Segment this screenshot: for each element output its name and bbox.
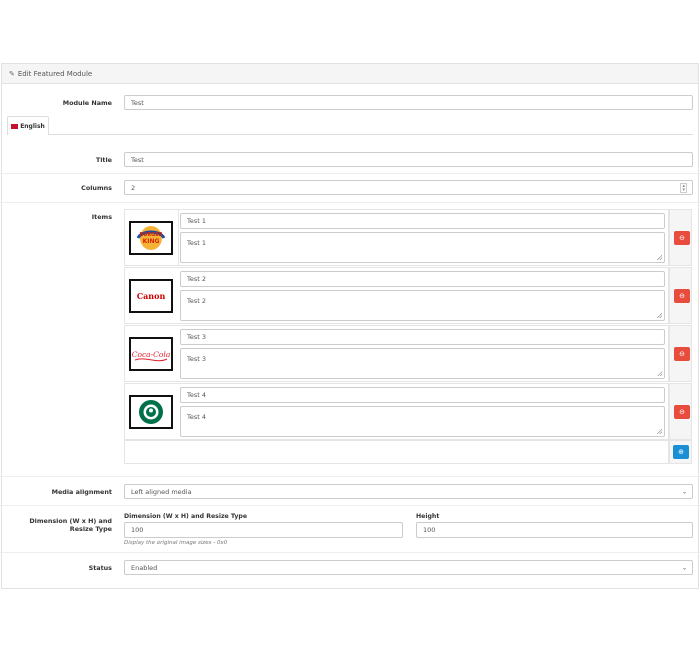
add-item-row	[124, 440, 669, 464]
item-1-actions: ⊖	[669, 209, 692, 266]
columns-label: Columns	[81, 184, 112, 192]
status-select[interactable]: Enabled ⌄	[124, 560, 693, 575]
columns-value: 2	[131, 183, 136, 192]
resize-grip-icon[interactable]	[657, 255, 662, 260]
item-image-cell	[128, 210, 179, 265]
item-2-description: Test 2	[187, 297, 207, 305]
media-alignment-select[interactable]: Left aligned media ⌄	[124, 484, 693, 499]
resize-grip-icon[interactable]	[657, 429, 662, 434]
pencil-icon: ✎	[9, 69, 15, 78]
media-alignment-value: Left aligned media	[131, 487, 192, 496]
divider	[0, 552, 700, 553]
resize-grip-icon[interactable]	[657, 313, 662, 318]
plus-circle-icon: ⊕	[678, 448, 684, 456]
item-2-description-textarea[interactable]: Test 2	[180, 290, 665, 321]
items-label: Items	[91, 213, 112, 221]
chevron-down-icon: ⌄	[681, 564, 687, 571]
resize-grip-icon[interactable]	[657, 371, 662, 376]
status-value: Enabled	[131, 563, 158, 572]
canon-logo[interactable]: Canon	[129, 279, 173, 313]
module-name-input[interactable]: Test	[124, 95, 693, 110]
height-input[interactable]: 100	[416, 522, 693, 538]
tab-english[interactable]: English	[7, 116, 49, 135]
remove-item-4-button[interactable]: ⊖	[674, 405, 690, 419]
item-3-title-input[interactable]: Test 3	[180, 329, 665, 345]
starbucks-logo-image	[139, 400, 163, 424]
height-label: Height	[416, 513, 440, 520]
add-item-actions: ⊕	[669, 440, 692, 464]
item-4-description: Test 4	[187, 413, 207, 421]
width-input[interactable]: 100	[124, 522, 403, 538]
item-2-actions: ⊖	[669, 267, 692, 324]
coca-cola-logo-image: Coca-Cola	[131, 339, 171, 369]
minus-circle-icon: ⊖	[679, 234, 685, 242]
item-2-title-input[interactable]: Test 2	[180, 271, 665, 287]
item-1-description: Test 1	[187, 239, 207, 247]
item-1-title-input[interactable]: Test 1	[180, 213, 665, 229]
divider	[0, 173, 700, 174]
svg-text:Canon: Canon	[137, 291, 166, 301]
uk-flag-icon	[11, 123, 19, 129]
dimension-label: Dimension (W x H) and Resize Type	[29, 517, 112, 533]
minus-circle-icon: ⊖	[679, 408, 685, 416]
dimension-help-text: Display the original image sizes - 0x0	[124, 540, 228, 546]
divider	[0, 476, 700, 477]
title-label: Title	[95, 156, 112, 164]
item-4-title-input[interactable]: Test 4	[180, 387, 665, 403]
coca-cola-logo[interactable]: Coca-Cola	[129, 337, 173, 371]
panel-title: Edit Featured Module	[17, 69, 93, 78]
minus-circle-icon: ⊖	[679, 350, 685, 358]
item-4-description-textarea[interactable]: Test 4	[180, 406, 665, 437]
item-1-description-textarea[interactable]: Test 1	[180, 232, 665, 263]
item-3-actions: ⊖	[669, 325, 692, 382]
item-3-description-textarea[interactable]: Test 3	[180, 348, 665, 379]
tab-divider	[7, 134, 693, 135]
divider	[0, 202, 700, 203]
tab-english-label: English	[20, 122, 45, 130]
remove-item-1-button[interactable]: ⊖	[674, 231, 690, 245]
divider	[0, 505, 700, 506]
item-3-description: Test 3	[187, 355, 207, 363]
canon-logo-image: Canon	[137, 291, 166, 301]
starbucks-logo[interactable]	[129, 395, 173, 429]
columns-input[interactable]: 2 ▴ ▾	[124, 180, 693, 195]
remove-item-3-button[interactable]: ⊖	[674, 347, 690, 361]
title-input[interactable]: Test	[124, 152, 693, 167]
module-name-label: Module Name	[62, 99, 112, 107]
status-label: Status	[88, 564, 112, 572]
item-4-actions: ⊖	[669, 383, 692, 440]
remove-item-2-button[interactable]: ⊖	[674, 289, 690, 303]
add-item-button[interactable]: ⊕	[673, 445, 689, 459]
panel-heading: ✎ Edit Featured Module	[2, 64, 698, 84]
number-spinner-icon[interactable]: ▴ ▾	[680, 182, 687, 193]
media-alignment-label: Media alignment	[51, 488, 112, 496]
minus-circle-icon: ⊖	[679, 292, 685, 300]
svg-text:Coca-Cola: Coca-Cola	[132, 350, 171, 359]
dimension-sub-label: Dimension (W x H) and Resize Type	[124, 513, 248, 520]
chevron-down-icon: ⌄	[681, 488, 687, 495]
